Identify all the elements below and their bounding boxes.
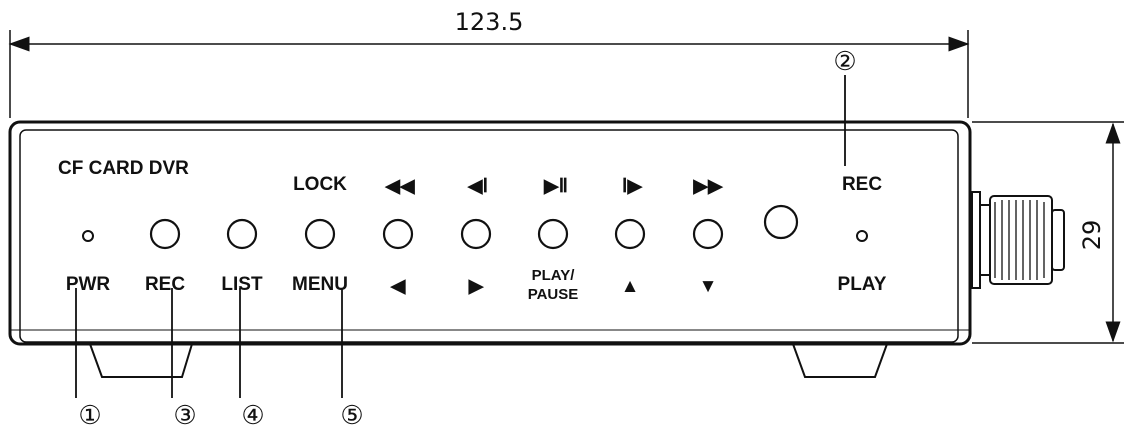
device-title: CF CARD DVR xyxy=(58,158,189,179)
callout-5: ⑤ xyxy=(340,401,363,431)
list-label: LIST xyxy=(221,274,263,295)
front-foot-right xyxy=(792,343,888,378)
step-back-right-button[interactable] xyxy=(460,218,492,250)
fast-forward-down-button[interactable] xyxy=(692,218,724,250)
play-label-line1: PLAY/ xyxy=(532,267,576,284)
left-arrow-icon: ◀ xyxy=(390,276,406,297)
callout-2: ② xyxy=(833,47,856,77)
fast-forward-icon: ▶▶ xyxy=(692,176,724,197)
front-foot-left xyxy=(89,343,193,378)
list-button[interactable] xyxy=(226,218,258,250)
callout-1: ① xyxy=(78,401,101,431)
pwr-label: PWR xyxy=(66,274,111,295)
step-forward-icon: Ⅰ▶ xyxy=(622,176,644,197)
callout-4: ④ xyxy=(241,401,264,431)
lock-label: LOCK xyxy=(293,174,347,195)
rewind-icon: ◀◀ xyxy=(384,176,415,197)
play-label-line2: PAUSE xyxy=(528,286,579,303)
menu-button[interactable] xyxy=(304,218,336,250)
callout-3: ③ xyxy=(173,401,196,431)
rec-button[interactable] xyxy=(149,218,181,250)
down-arrow-icon: ▼ xyxy=(699,276,718,297)
rec-button-label: REC xyxy=(145,274,185,295)
pwr-led xyxy=(82,230,94,242)
step-forward-up-button[interactable] xyxy=(614,218,646,250)
menu-label: MENU xyxy=(292,274,348,295)
rec-led-label: REC xyxy=(842,174,882,195)
play-led-label: PLAY xyxy=(838,274,887,295)
dvr-front-view-drawing: 123.5 29 CF CARD DVR LOCK ◀◀ ◀Ⅰ ▶Ⅱ Ⅰ▶ ▶▶… xyxy=(8,8,1124,431)
width-dimension: 123.5 xyxy=(8,8,970,118)
up-arrow-icon: ▲ xyxy=(621,276,640,297)
ir-sensor xyxy=(763,204,799,240)
right-arrow-icon: ▶ xyxy=(468,276,485,297)
play-pause-button[interactable] xyxy=(537,218,569,250)
step-back-icon: ◀Ⅰ xyxy=(467,176,488,197)
width-dimension-label: 123.5 xyxy=(455,8,524,36)
play-pause-icon: ▶Ⅱ xyxy=(543,176,568,197)
rewind-left-button[interactable] xyxy=(382,218,414,250)
play-led xyxy=(856,230,868,242)
side-connector xyxy=(971,191,1065,289)
height-dimension-label: 29 xyxy=(1078,220,1106,251)
